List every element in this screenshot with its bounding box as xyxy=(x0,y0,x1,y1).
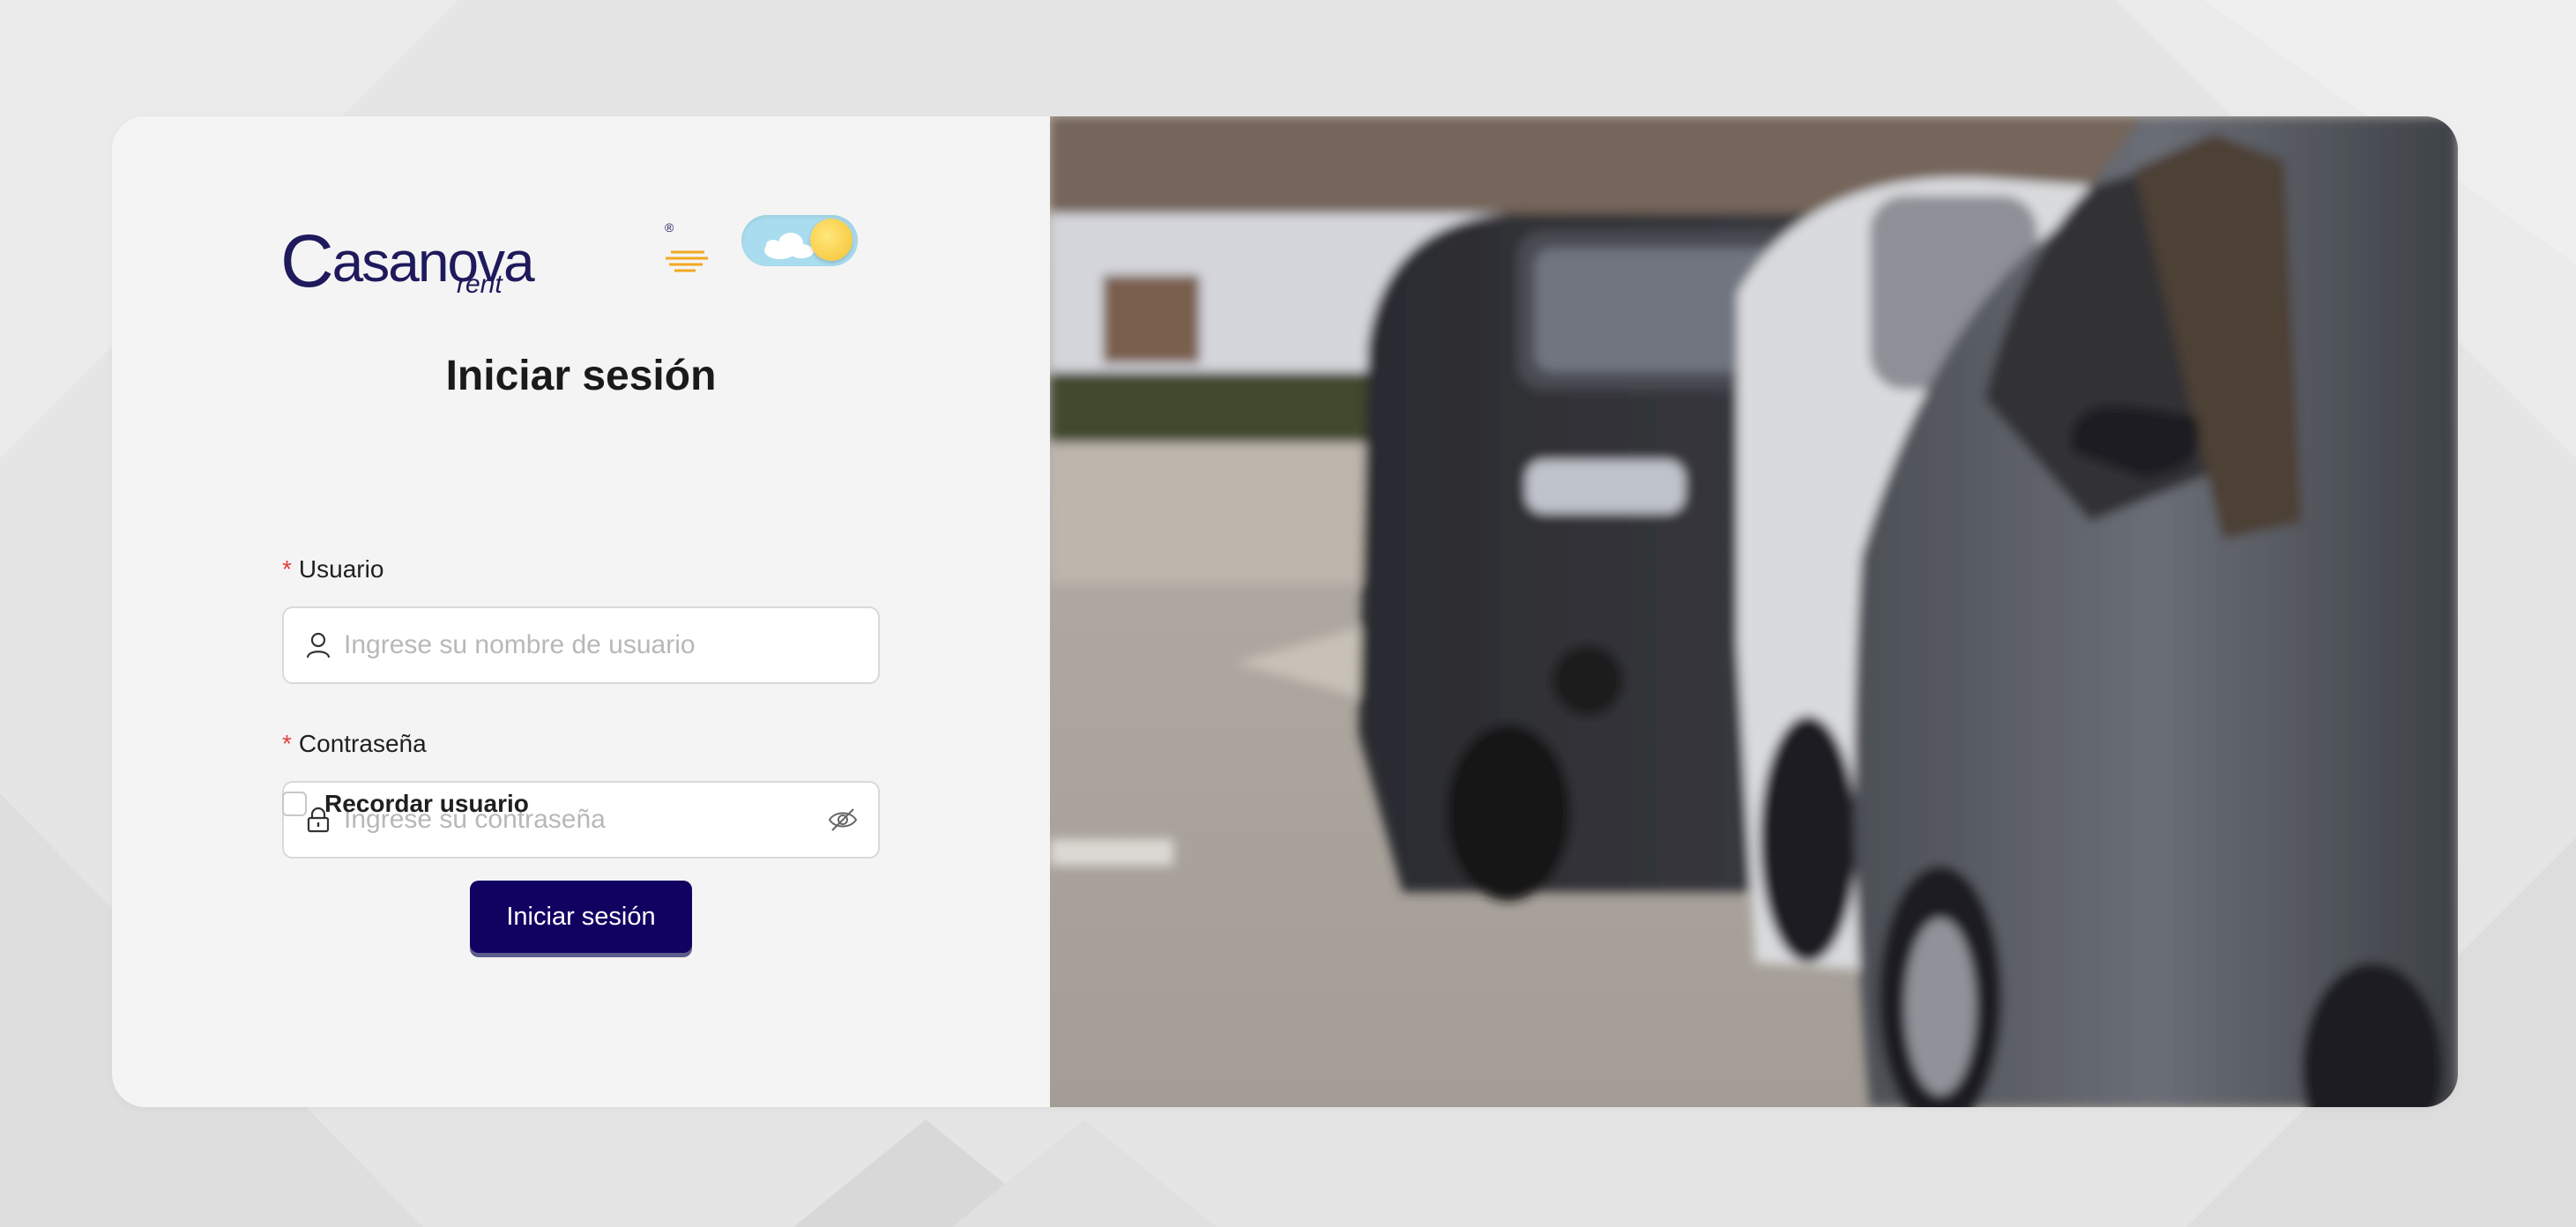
username-label-text: Usuario xyxy=(298,555,384,583)
remember-checkbox[interactable] xyxy=(282,792,307,816)
login-card: Casanova ® rent Iniciar sesión *Usuario xyxy=(112,116,2458,1107)
username-label: * Usuario xyxy=(282,555,383,584)
hero-image xyxy=(1050,116,2458,1107)
username-input[interactable] xyxy=(342,618,878,673)
user-icon xyxy=(305,632,331,658)
brand-sub: rent xyxy=(457,270,503,299)
password-label: * Contraseña xyxy=(282,730,427,758)
brand-logo-rest: asanova xyxy=(331,230,535,294)
cloud-icon xyxy=(764,233,814,259)
remember-user: Recordar usuario xyxy=(282,790,529,818)
username-field[interactable] xyxy=(282,606,880,684)
required-mark: * xyxy=(282,730,292,757)
required-mark: * xyxy=(282,555,292,583)
eye-slash-icon[interactable] xyxy=(827,804,859,836)
registered-mark: ® xyxy=(665,220,674,234)
parked-cars-photo xyxy=(1050,116,2458,1107)
brand-logo: Casanova ® rent xyxy=(280,213,708,302)
login-panel: Casanova ® rent Iniciar sesión *Usuario xyxy=(112,116,1050,1107)
login-button[interactable]: Iniciar sesión xyxy=(470,881,692,953)
password-label-text: Contraseña xyxy=(298,730,427,757)
remember-label[interactable]: Recordar usuario xyxy=(324,790,529,818)
brand-logo-initial: C xyxy=(280,219,334,302)
sun-icon xyxy=(810,219,852,261)
page-title: Iniciar sesión xyxy=(445,353,717,399)
speed-lines-icon xyxy=(666,250,708,272)
theme-toggle[interactable] xyxy=(741,215,858,266)
